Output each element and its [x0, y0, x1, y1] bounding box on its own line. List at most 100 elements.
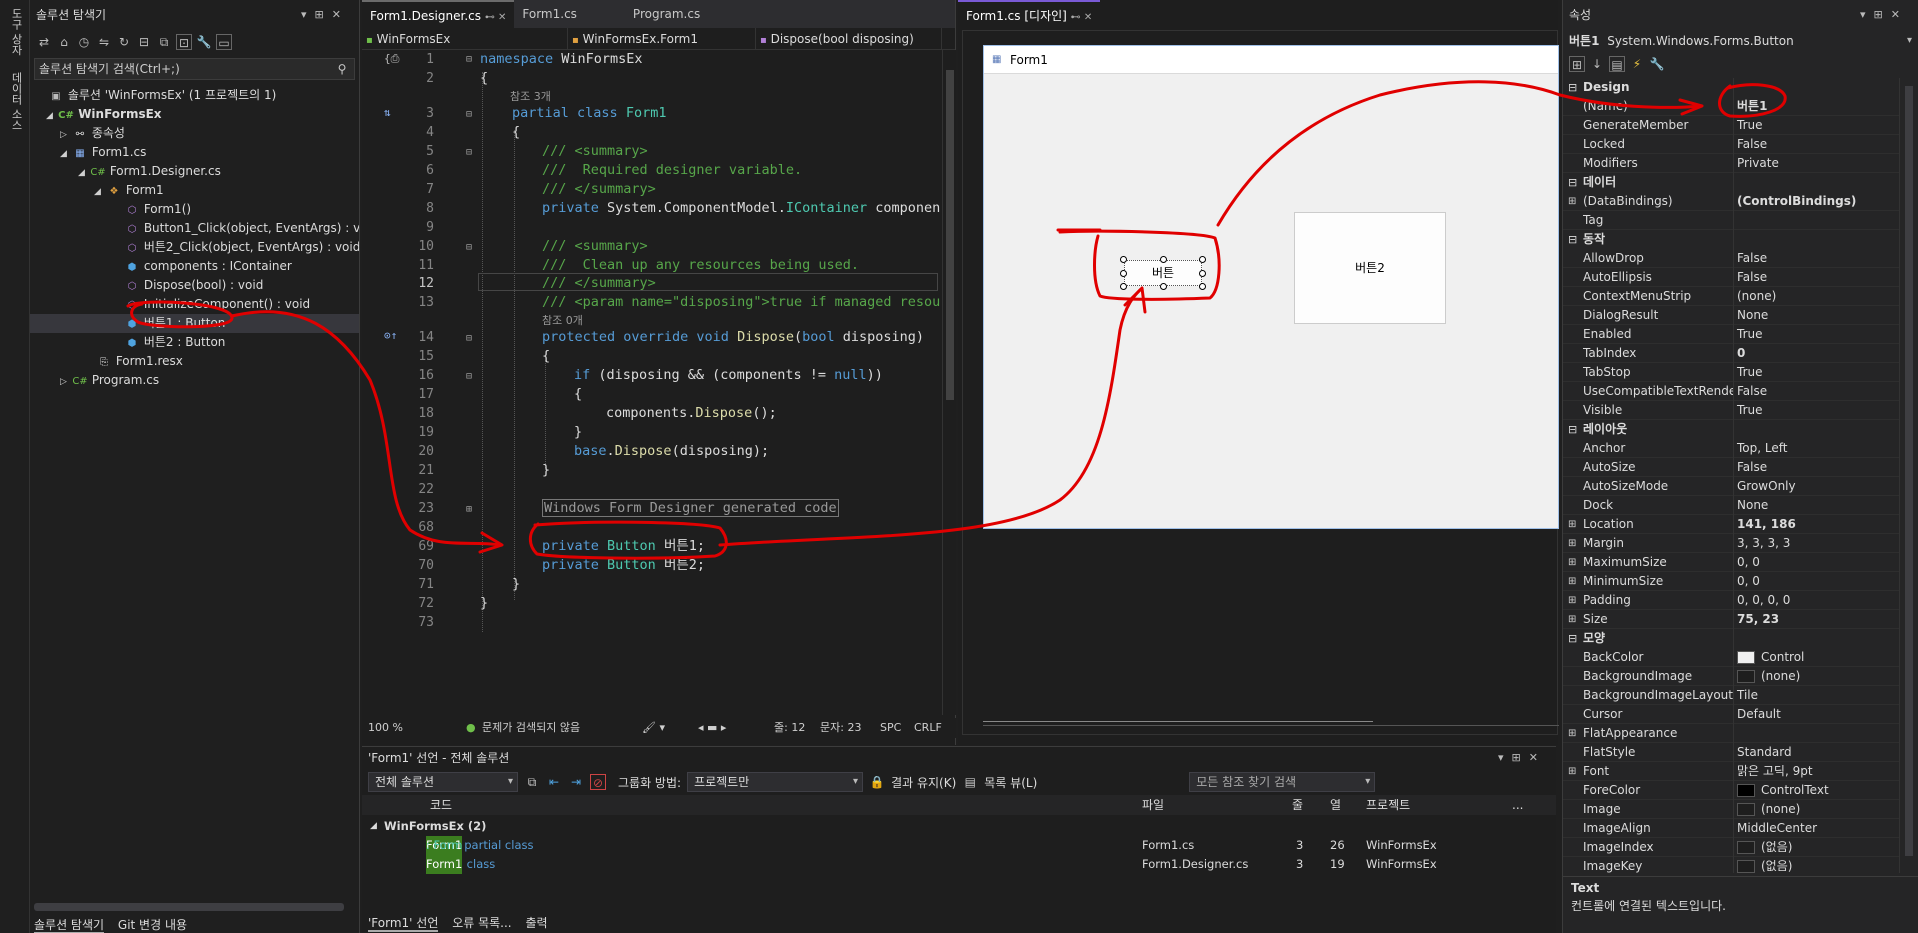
property-value[interactable]: ControlText — [1737, 781, 1829, 800]
property-row[interactable]: ⊞ Padding 0, 0, 0, 0 — [1563, 591, 1899, 610]
property-row[interactable]: TabIndex 0 — [1563, 344, 1899, 363]
references-search-input[interactable]: 모든 참조 찾기 검색 — [1189, 772, 1376, 792]
tree-item-dependencies[interactable]: ▷ ⚯ 종속성 — [30, 124, 359, 143]
search-icon[interactable]: ⚲ — [334, 61, 350, 77]
nav-project-dropdown[interactable]: ▪ WinFormsEx — [362, 28, 568, 49]
collapse-icon[interactable]: ⊟ — [1568, 173, 1577, 192]
expand-icon[interactable]: ⊞ — [1568, 572, 1576, 591]
issues-status[interactable]: 문제가 검색되지 않음 — [482, 718, 580, 738]
properties-wrench-icon[interactable]: 🔧 — [196, 34, 212, 50]
table-row[interactable]: partial class Form1 Form1.Designer.cs 3 … — [362, 855, 1556, 874]
property-value[interactable]: 버튼1 — [1737, 97, 1767, 116]
property-row[interactable]: Modifiers Private — [1563, 154, 1899, 173]
property-pages-icon[interactable]: 🔧 — [1649, 56, 1665, 72]
list-view-button[interactable]: 목록 뷰(L) — [984, 774, 1037, 791]
resize-handle[interactable] — [1120, 256, 1127, 263]
tree-item-member[interactable]: ⬡ InitializeComponent() : void — [30, 295, 359, 314]
property-value[interactable]: 0, 0 — [1737, 572, 1760, 591]
editor-scroll-thumb[interactable] — [946, 70, 954, 400]
property-category[interactable]: ⊟ Design — [1563, 78, 1899, 97]
property-row[interactable]: Cursor Default — [1563, 705, 1899, 724]
fold-marker-icon[interactable]: ⊟ — [466, 109, 472, 120]
property-value[interactable]: False — [1737, 382, 1767, 401]
resize-handle[interactable] — [1199, 270, 1206, 277]
resize-handle[interactable] — [1120, 270, 1127, 277]
property-row[interactable]: AutoEllipsis False — [1563, 268, 1899, 287]
property-row[interactable]: AutoSize False — [1563, 458, 1899, 477]
property-value[interactable]: (none) — [1737, 667, 1800, 686]
property-value[interactable]: (ControlBindings) — [1737, 192, 1856, 211]
table-row[interactable]: public partial class Form1 : Form Form1.… — [362, 836, 1556, 855]
nav-arrows-icon[interactable]: ◂ ▬ ▸ — [698, 718, 726, 738]
properties-scroll-thumb[interactable] — [1905, 86, 1913, 856]
tree-item-member[interactable]: ⬢ components : IContainer — [30, 257, 359, 276]
collapse-icon[interactable]: ⊟ — [1568, 420, 1577, 439]
column-line[interactable]: 줄 — [1292, 795, 1303, 815]
clear-filter-icon[interactable]: ⊘ — [590, 774, 606, 790]
copy-icon[interactable]: ⧉ — [524, 774, 540, 790]
property-row[interactable]: BackgroundImage (none) — [1563, 667, 1899, 686]
property-value[interactable]: Tile — [1737, 686, 1758, 705]
toolbox-tab[interactable]: 도구 상자 — [8, 8, 24, 56]
tree-item-form1-cs[interactable]: ◢ ▦ Form1.cs — [30, 143, 359, 162]
tab-form1-cs[interactable]: Form1.cs — [514, 0, 585, 28]
property-row[interactable]: ⊞ MaximumSize 0, 0 — [1563, 553, 1899, 572]
property-value[interactable]: 0 — [1737, 344, 1745, 363]
keep-results-button[interactable]: 결과 유지(K) — [891, 774, 956, 791]
property-value[interactable]: 141, 186 — [1737, 515, 1796, 534]
sync-view-icon[interactable]: ⇄ — [36, 34, 52, 50]
collapse-all-icon[interactable]: ⊟ — [136, 34, 152, 50]
filter-icon[interactable]: ⊡ — [176, 34, 192, 50]
events-icon[interactable]: ⚡ — [1629, 56, 1645, 72]
property-value[interactable]: (none) — [1737, 800, 1800, 819]
form-title-bar[interactable]: ▦ Form1 — [984, 46, 1558, 74]
fold-marker-icon[interactable]: ⊟ — [466, 54, 472, 65]
property-value[interactable]: 0, 0 — [1737, 553, 1760, 572]
property-row[interactable]: Dock None — [1563, 496, 1899, 515]
property-row[interactable]: ⊞ (DataBindings) (ControlBindings) — [1563, 192, 1899, 211]
margin-glyph-icon[interactable]: ⊙↑ — [384, 329, 397, 342]
property-value[interactable]: False — [1737, 268, 1767, 287]
property-row[interactable]: ContextMenuStrip (none) — [1563, 287, 1899, 306]
tab-git-changes[interactable]: Git 변경 내용 — [118, 918, 187, 932]
tab-program-cs[interactable]: Program.cs — [625, 0, 708, 28]
property-value[interactable]: Default — [1737, 705, 1781, 724]
solution-search-input[interactable]: 솔루션 탐색기 검색(Ctrl+;) ⚲ — [34, 58, 355, 80]
prev-icon[interactable]: ⇤ — [546, 774, 562, 790]
tab-form1-designer[interactable]: Form1.Designer.cs ⊷ ✕ — [362, 0, 515, 28]
property-category[interactable]: ⊟ 데이터 — [1563, 173, 1899, 192]
property-row[interactable]: Visible True — [1563, 401, 1899, 420]
tree-item-member[interactable]: ⬡ 버튼2_Click(object, EventArgs) : void — [30, 238, 359, 257]
nav-class-dropdown[interactable]: ▪ WinFormsEx.Form1 — [568, 28, 756, 49]
property-value[interactable]: None — [1737, 496, 1768, 515]
property-row[interactable]: ⊞ MinimumSize 0, 0 — [1563, 572, 1899, 591]
column-project[interactable]: 프로젝트 — [1366, 795, 1410, 815]
spc-indicator[interactable]: SPC — [880, 718, 901, 738]
tree-item-project[interactable]: ◢ C# WinFormsEx — [30, 105, 359, 124]
property-row[interactable]: AllowDrop False — [1563, 249, 1899, 268]
tree-item-member[interactable]: ⬡ Button1_Click(object, EventArgs) : voi… — [30, 219, 359, 238]
property-row[interactable]: ImageIndex (없음) — [1563, 838, 1899, 857]
show-all-files-icon[interactable]: ⧉ — [156, 34, 172, 50]
property-value[interactable]: GrowOnly — [1737, 477, 1796, 496]
property-row[interactable]: (Name) 버튼1 — [1563, 97, 1899, 116]
margin-glyph-icon[interactable]: ⇅ — [384, 106, 391, 119]
tree-item-member[interactable]: ⬡ Dispose(bool) : void — [30, 276, 359, 295]
property-value[interactable]: (없음) — [1737, 838, 1792, 857]
collapsed-region[interactable]: 23 Windows Form Designer generated code — [362, 499, 942, 518]
tab-form1-design[interactable]: Form1.cs [디자인] ⊷ ✕ — [958, 0, 1101, 28]
property-row[interactable]: AutoSizeMode GrowOnly — [1563, 477, 1899, 496]
property-value[interactable]: Private — [1737, 154, 1779, 173]
property-value[interactable]: None — [1737, 306, 1768, 325]
property-row[interactable]: Tag — [1563, 211, 1899, 230]
property-value[interactable]: False — [1737, 249, 1767, 268]
tree-item-button1-field[interactable]: ⬢ 버튼1 : Button — [30, 314, 359, 333]
tree-item-form1-designer[interactable]: ◢ C# Form1.Designer.cs — [30, 162, 359, 181]
zoom-level[interactable]: 100 % — [368, 718, 403, 738]
property-row[interactable]: FlatStyle Standard — [1563, 743, 1899, 762]
fold-marker-icon[interactable]: ⊟ — [466, 333, 472, 344]
property-value[interactable]: (없음) — [1737, 857, 1792, 873]
resize-handle[interactable] — [1199, 256, 1206, 263]
property-value[interactable]: 맑은 고딕, 9pt — [1737, 762, 1813, 781]
tree-item-solution[interactable]: ▣ 솔루션 'WinFormsEx' (1 프로젝트의 1) — [30, 86, 359, 105]
